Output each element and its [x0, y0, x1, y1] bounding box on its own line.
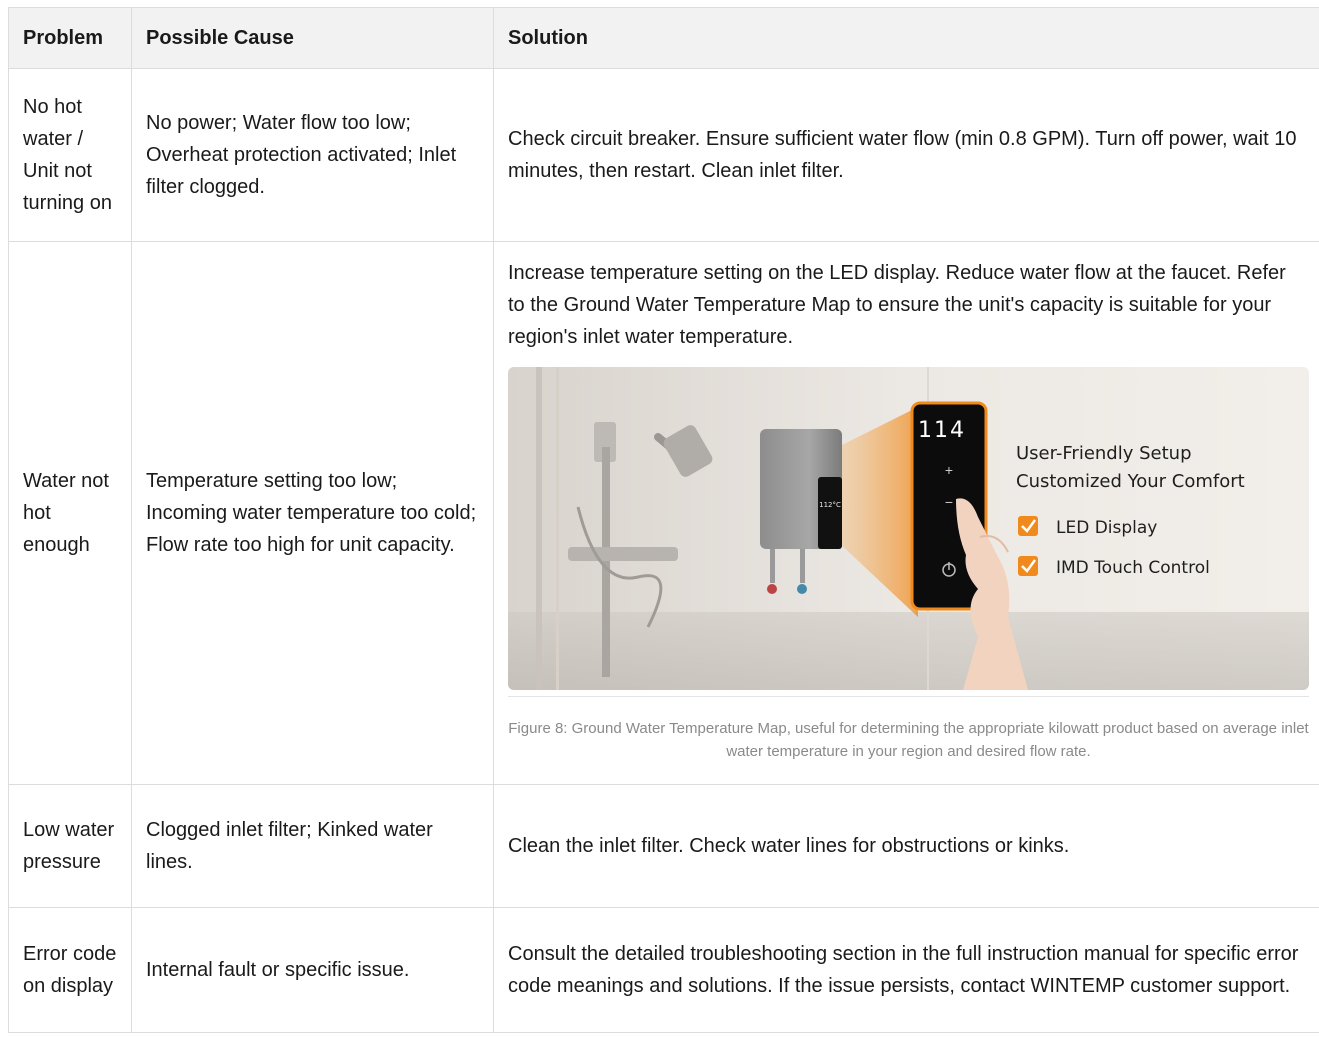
table-row: Low water pressure Clogged inlet filter;…: [8, 784, 1319, 908]
troubleshooting-table: Problem Possible Cause Solution No hot w…: [8, 7, 1319, 1033]
solution-text: Increase temperature setting on the LED …: [508, 262, 1286, 348]
figure-8: 112°C 114 + − User-Friendly Setup Custom…: [508, 367, 1309, 763]
checkbox-icon: [1018, 556, 1038, 576]
solution-cell: Clean the inlet filter. Check water line…: [493, 784, 1319, 908]
table-row: No hot water / Unit not turning on No po…: [8, 68, 1319, 242]
unit-display-readout: 112°C: [819, 501, 841, 509]
solution-cell: Check circuit breaker. Ensure sufficient…: [493, 68, 1319, 242]
cause-cell: Internal fault or specific issue.: [131, 907, 494, 1033]
figure-caption: Figure 8: Ground Water Temperature Map, …: [508, 720, 1309, 760]
panel-temperature: 114: [918, 418, 966, 443]
overlay-heading-1: User-Friendly Setup: [1016, 443, 1192, 464]
problem-cell: No hot water / Unit not turning on: [8, 68, 132, 242]
overlay-feature-2: IMD Touch Control: [1056, 558, 1210, 578]
header-problem: Problem: [8, 7, 132, 69]
problem-cell: Low water pressure: [8, 784, 132, 908]
overlay-heading-2: Customized Your Comfort: [1016, 471, 1245, 492]
overlay-feature-1: LED Display: [1056, 518, 1157, 538]
checkbox-icon: [1018, 516, 1038, 536]
cause-cell: Temperature setting too low; Incoming wa…: [131, 241, 494, 785]
figure-divider: [508, 696, 1309, 697]
table-row: Water not hot enough Temperature setting…: [8, 241, 1319, 785]
problem-cell: Error code on display: [8, 907, 132, 1033]
svg-text:+: +: [945, 462, 953, 478]
table-header-row: Problem Possible Cause Solution: [8, 7, 1319, 69]
problem-cell: Water not hot enough: [8, 241, 132, 785]
water-heater-product-image: 112°C 114 + − User-Friendly Setup Custom…: [508, 367, 1309, 690]
header-possible-cause: Possible Cause: [131, 7, 494, 69]
table-row: Error code on display Internal fault or …: [8, 907, 1319, 1033]
svg-text:−: −: [945, 494, 953, 510]
cause-cell: No power; Water flow too low; Overheat p…: [131, 68, 494, 242]
header-solution: Solution: [493, 7, 1319, 69]
cause-cell: Clogged inlet filter; Kinked water lines…: [131, 784, 494, 908]
solution-cell: Consult the detailed troubleshooting sec…: [493, 907, 1319, 1033]
solution-cell: Increase temperature setting on the LED …: [493, 241, 1319, 785]
